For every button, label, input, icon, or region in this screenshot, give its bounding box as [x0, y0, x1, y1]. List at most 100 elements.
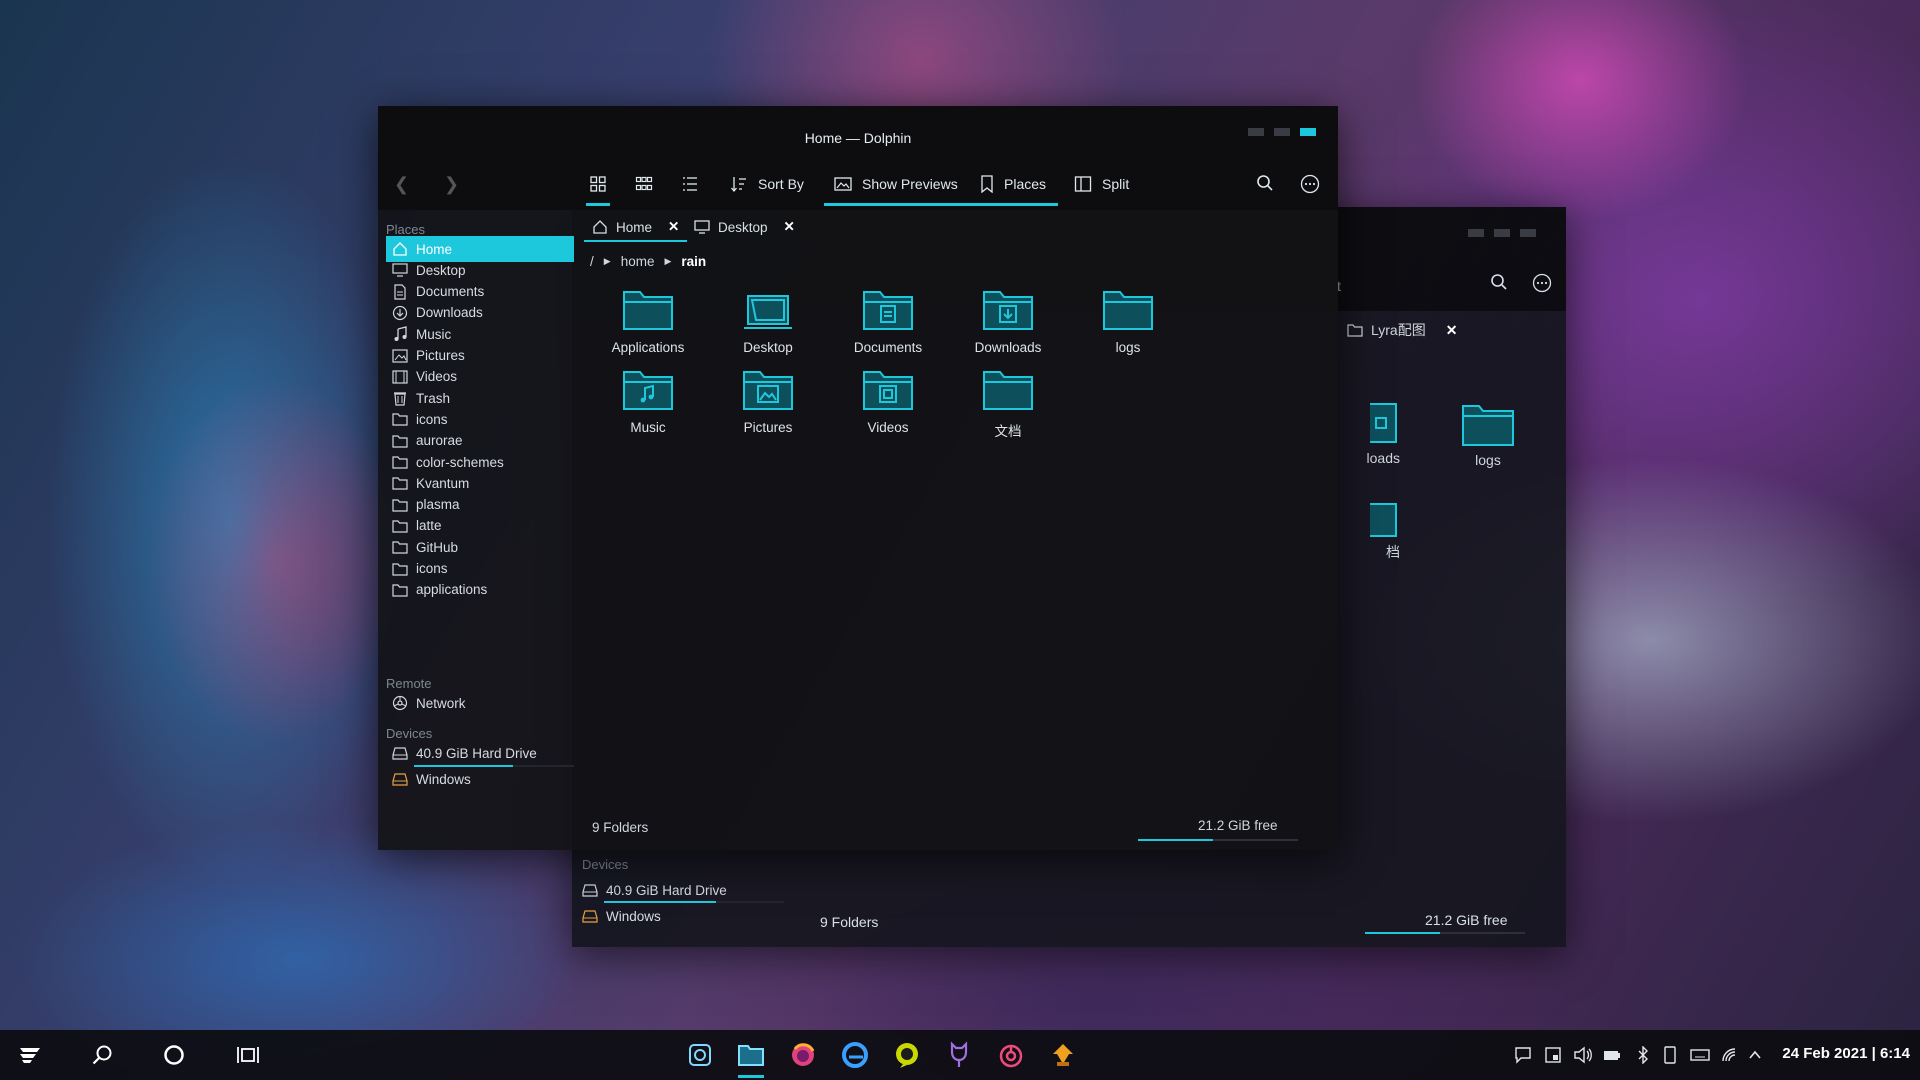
- show-previews-button[interactable]: Show Previews: [824, 162, 968, 206]
- folder-item[interactable]: Documents: [828, 286, 948, 355]
- home-icon: [592, 219, 608, 235]
- sidebar-item-label: latte: [416, 518, 442, 534]
- chevron-up-icon[interactable]: [1748, 1046, 1762, 1064]
- firefox-icon: [789, 1041, 817, 1069]
- dolphin-window[interactable]: Home — Dolphin ❮ ❯ Sort By Show Previews…: [378, 106, 1338, 850]
- sidebar-device-windows[interactable]: Windows: [386, 766, 574, 792]
- compact-view-button[interactable]: [632, 162, 656, 206]
- folder-item[interactable]: Downloads: [948, 286, 1068, 355]
- folder-item[interactable]: 文档: [948, 366, 1068, 440]
- download-icon: [392, 305, 408, 321]
- device-windows[interactable]: Windows: [576, 903, 796, 929]
- search-button[interactable]: [80, 1030, 124, 1080]
- tab-close-button[interactable]: ✕: [1446, 322, 1458, 339]
- battery-icon[interactable]: [1602, 1046, 1622, 1064]
- maximize-button[interactable]: [1274, 128, 1290, 136]
- wifi-icon[interactable]: [1720, 1046, 1738, 1064]
- clipboard-icon[interactable]: [1544, 1046, 1562, 1064]
- folder-item[interactable]: logs: [1068, 286, 1188, 355]
- desktop-icon: [392, 262, 408, 278]
- folder-label: Applications: [611, 340, 685, 355]
- taskbar-app-tool[interactable]: [1044, 1036, 1082, 1074]
- split-label: Split: [1102, 176, 1130, 192]
- breadcrumb-separator-icon[interactable]: ▶: [604, 256, 611, 267]
- tab-label: Home: [616, 219, 653, 235]
- hamburger-menu-icon[interactable]: [1300, 174, 1320, 194]
- window-title: Home — Dolphin: [804, 130, 912, 146]
- forward-arrow-icon[interactable]: ❯: [444, 174, 459, 195]
- folder-label: Desktop: [743, 340, 793, 355]
- window-controls: [1248, 128, 1316, 136]
- folder-icon: [392, 433, 408, 449]
- taskbar-app-screenshot[interactable]: [681, 1036, 719, 1074]
- phone-icon[interactable]: [1664, 1046, 1676, 1064]
- sidebar-item-network[interactable]: Network: [386, 690, 574, 716]
- taskbar-app-github[interactable]: [940, 1036, 978, 1074]
- assistant-button[interactable]: [152, 1030, 196, 1080]
- places-toggle-button[interactable]: Places: [968, 162, 1059, 206]
- split-view-button[interactable]: Split: [1074, 162, 1129, 206]
- folder-item[interactable]: Music: [588, 366, 708, 435]
- notes-icon[interactable]: [1514, 1046, 1532, 1064]
- folder-icon: [392, 582, 408, 598]
- folder-icon: [737, 1043, 765, 1067]
- search-icon[interactable]: [1490, 273, 1508, 291]
- folder-item[interactable]: Videos: [828, 366, 948, 435]
- tab-close-button[interactable]: ✕: [784, 219, 795, 235]
- file-view[interactable]: Home ✕ Desktop ✕ / ▶ home ▶ rain Applica…: [580, 210, 1338, 850]
- folder-icon: [1347, 323, 1363, 337]
- icons-view-button[interactable]: [586, 162, 610, 206]
- taskbar-app-edge[interactable]: [836, 1036, 874, 1074]
- network-icon: [392, 695, 408, 711]
- taskbar-app-chat[interactable]: [888, 1036, 926, 1074]
- breadcrumb-home[interactable]: home: [621, 254, 655, 269]
- downloads-folder-icon: [948, 286, 1068, 334]
- bluetooth-icon[interactable]: [1636, 1046, 1650, 1064]
- folder-item[interactable]: Desktop: [708, 286, 828, 355]
- sidebar-item-label: GitHub: [416, 539, 459, 555]
- clock[interactable]: 24 Feb 2021 | 6:14: [1782, 1045, 1910, 1062]
- breadcrumb-root[interactable]: /: [590, 254, 594, 269]
- task-view-icon: [236, 1045, 260, 1065]
- places-sidebar: Places Home Desktop Documents Downloads Musi…: [378, 210, 578, 850]
- tab-lyra[interactable]: Lyra配图 ✕: [1347, 320, 1457, 340]
- folder-item[interactable]: Applications: [588, 286, 708, 355]
- disk-usage-bar: [1365, 932, 1525, 934]
- menu-icon[interactable]: [1532, 273, 1552, 293]
- search-icon[interactable]: [1256, 174, 1274, 192]
- close-button[interactable]: [1300, 128, 1316, 136]
- folder-icon: [392, 454, 408, 470]
- minimize-button[interactable]: [1248, 128, 1264, 136]
- folder-item[interactable]: Pictures: [708, 366, 828, 435]
- sidebar-device-hard-drive[interactable]: 40.9 GiB Hard Drive: [386, 740, 574, 766]
- folder-icon: [948, 366, 1068, 414]
- volume-icon[interactable]: [1573, 1046, 1593, 1064]
- taskbar-app-dolphin[interactable]: [732, 1036, 770, 1078]
- folder-item[interactable]: logs: [1438, 400, 1538, 468]
- task-view-button[interactable]: [226, 1030, 270, 1080]
- back-arrow-icon[interactable]: ❮: [394, 174, 409, 195]
- maximize-button[interactable]: [1494, 229, 1510, 237]
- taskbar-app-music[interactable]: [992, 1036, 1030, 1074]
- details-view-icon: [681, 175, 699, 193]
- image-icon: [834, 176, 852, 192]
- taskbar-app-firefox[interactable]: [784, 1036, 822, 1074]
- tab-desktop[interactable]: Desktop ✕: [686, 214, 803, 240]
- titlebar[interactable]: Home — Dolphin ❮ ❯ Sort By Show Previews…: [378, 106, 1338, 210]
- app-launcher-button[interactable]: [8, 1030, 52, 1080]
- music-folder-icon: [588, 366, 708, 414]
- sort-by-button[interactable]: Sort By: [730, 162, 804, 206]
- details-view-button[interactable]: [678, 162, 702, 206]
- tab-close-button[interactable]: ✕: [668, 219, 679, 235]
- minimize-button[interactable]: [1468, 229, 1484, 237]
- folder-icon: [392, 518, 408, 534]
- back-window-controls: [1468, 229, 1536, 237]
- breadcrumb-current[interactable]: rain: [681, 254, 706, 269]
- pictures-folder-icon: [708, 366, 828, 414]
- breadcrumb-separator-icon[interactable]: ▶: [664, 256, 671, 267]
- keyboard-icon[interactable]: [1690, 1046, 1710, 1064]
- tab-home[interactable]: Home ✕: [584, 214, 688, 242]
- close-button[interactable]: [1520, 229, 1536, 237]
- device-hard-drive[interactable]: 40.9 GiB Hard Drive: [576, 877, 796, 903]
- sidebar-item-applications[interactable]: applications: [386, 577, 574, 603]
